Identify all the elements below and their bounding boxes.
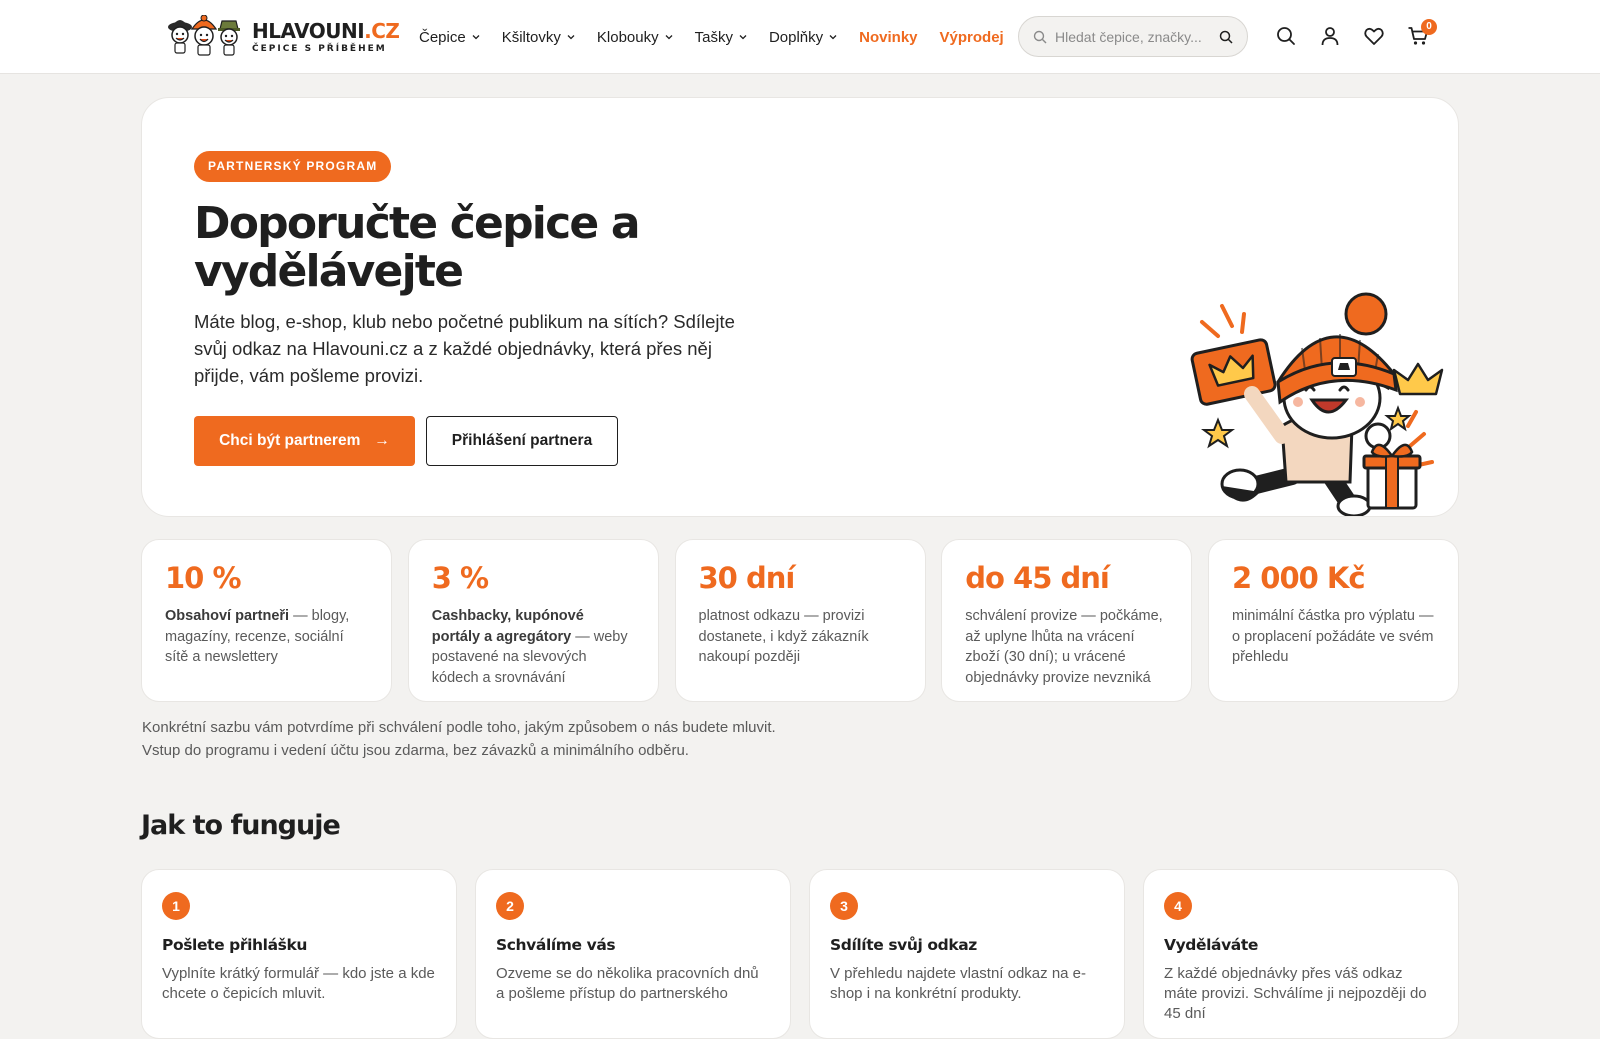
logo-name: HLAVOUNI.CZ (252, 19, 400, 43)
nav-item-vyprodej[interactable]: Výprodej (940, 29, 1004, 46)
mascot-logo-icon (168, 15, 240, 56)
step-text: Z každé objednávky přes váš odkaz máte p… (1164, 965, 1427, 1022)
stat-description: Obsahoví partneři — blogy, magazíny, rec… (165, 608, 350, 665)
step-number: 3 (830, 892, 858, 920)
how-it-works-title: Jak to funguje (141, 810, 341, 841)
cart-button[interactable]: 0 (1407, 19, 1437, 47)
step-card: 3 Sdílíte svůj odkaz V přehledu najdete … (809, 869, 1125, 1039)
step-number: 4 (1164, 892, 1192, 920)
search-icon (1033, 30, 1047, 43)
stat-card: 2 000 Kč minimální částka pro výplatu — … (1208, 539, 1459, 702)
nav-item-ksiltovky[interactable]: Kšiltovky (502, 29, 575, 46)
become-partner-button[interactable]: Chci být partnerem → (194, 416, 415, 466)
arrow-right-icon: → (374, 432, 390, 449)
stat-description: minimální částka pro výplatu — o proplac… (1232, 608, 1434, 665)
step-text: V přehledu najdete vlastní odkaz na e-sh… (830, 965, 1087, 1002)
heart-icon[interactable] (1363, 25, 1385, 47)
stat-value: 2 000 Kč (1232, 561, 1366, 595)
search-input[interactable] (1055, 28, 1205, 45)
step-title: Pošlete přihlášku (162, 936, 308, 954)
user-icon[interactable] (1319, 25, 1341, 47)
stat-value: do 45 dní (965, 561, 1110, 595)
main-nav: Čepice Kšiltovky Klobouky Tašky Doplňky … (419, 24, 1026, 50)
mascot-illustration (1190, 292, 1444, 516)
stat-description: platnost odkazu — provizi dostanete, i k… (698, 608, 869, 665)
site-header: HLAVOUNI.CZ ČEPICE S PŘÍBĚHEM Čepice Kši… (0, 0, 1600, 74)
program-badge: PARTNERSKÝ PROGRAM (194, 151, 392, 182)
cart-count-badge: 0 (1421, 19, 1437, 35)
chevron-down-icon (472, 35, 480, 40)
step-title: Sdílíte svůj odkaz (830, 936, 977, 954)
hero-section: PARTNERSKÝ PROGRAM Doporučte čepice a vy… (141, 97, 1459, 517)
chevron-down-icon (567, 35, 575, 40)
step-title: Schválíme vás (496, 936, 616, 954)
stat-value: 3 % (431, 561, 489, 595)
step-text: Vyplníte krátký formulář — kdo jste a kd… (162, 965, 435, 1002)
nav-item-doplnky[interactable]: Doplňky (769, 29, 837, 46)
step-title: Vyděláváte (1164, 936, 1258, 954)
stat-card: 3 % Cashbacky, kupónové portály a agregá… (407, 539, 659, 702)
chevron-down-icon (829, 35, 837, 40)
step-number: 1 (162, 892, 190, 920)
step-text: Ozveme se do několika pracovních dnů a p… (496, 965, 759, 1002)
chevron-down-icon (665, 35, 673, 40)
search-submit-icon[interactable] (1219, 30, 1233, 44)
stat-value: 10 % (165, 561, 242, 595)
stat-description: schválení provize — počkáme, až uplyne l… (965, 608, 1163, 686)
rate-note: Konkrétní sazbu vám potvrdíme při schvál… (142, 719, 776, 759)
step-card: 4 Vyděláváte Z každé objednávky přes váš… (1143, 869, 1459, 1039)
stat-card: 10 % Obsahoví partneři — blogy, magazíny… (141, 539, 392, 702)
stat-card: 30 dní platnost odkazu — provizi dostane… (674, 539, 926, 702)
step-card: 2 Schválíme vás Ozveme se do několika pr… (475, 869, 791, 1039)
stat-description: Cashbacky, kupónové portály a agregátory… (431, 608, 628, 686)
page-title: Doporučte čepice a vydělávejte (194, 198, 641, 297)
logo-tagline: ČEPICE S PŘÍBĚHEM (252, 44, 387, 54)
steps-row: 1 Pošlete přihlášku Vyplníte krátký form… (141, 869, 1459, 1039)
nav-item-klobouky[interactable]: Klobouky (597, 29, 673, 46)
chevron-down-icon (739, 35, 747, 40)
search-bar (1018, 16, 1248, 57)
stats-row: 10 % Obsahoví partneři — blogy, magazíny… (141, 539, 1459, 702)
stat-card: do 45 dní schválení provize — počkáme, a… (941, 539, 1193, 702)
logo[interactable]: HLAVOUNI.CZ ČEPICE S PŘÍBĚHEM (166, 14, 400, 60)
step-number: 2 (496, 892, 524, 920)
nav-item-tasky[interactable]: Tašky (695, 29, 747, 46)
nav-item-novinky[interactable]: Novinky (859, 29, 917, 46)
search-icon[interactable] (1275, 25, 1297, 47)
header-icons: 0 (1275, 19, 1451, 47)
nav-item-cepice[interactable]: Čepice (419, 29, 480, 46)
hero-description: Máte blog, e-shop, klub nebo početné pub… (194, 311, 735, 386)
step-card: 1 Pošlete přihlášku Vyplníte krátký form… (141, 869, 457, 1039)
stat-value: 30 dní (698, 561, 796, 595)
partner-login-button[interactable]: Přihlášení partnera (426, 416, 618, 466)
